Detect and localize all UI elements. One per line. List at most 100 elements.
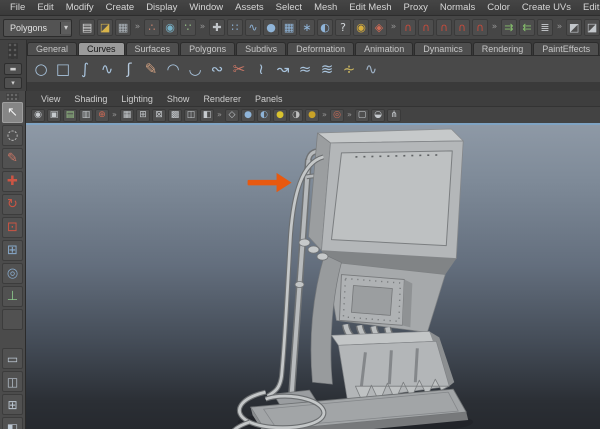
menu-item[interactable]: Assets	[229, 2, 270, 13]
textured-icon[interactable]: ◐	[257, 108, 271, 122]
curve-fillet-icon[interactable]: ∻	[338, 58, 360, 80]
shelf-tab-subdivs[interactable]: Subdivs	[236, 42, 287, 55]
menu-item[interactable]: Window	[183, 2, 229, 13]
image-plane-icon[interactable]: ▥	[79, 108, 93, 122]
menu-item[interactable]: Color	[481, 2, 516, 13]
snap-to-curves-icon[interactable]: ∩	[418, 19, 435, 36]
isolate-select-icon[interactable]: ◎	[330, 108, 344, 122]
resolution-gate-icon[interactable]: ⊞	[136, 108, 150, 122]
panel-toolbar-separator[interactable]: »	[216, 109, 223, 122]
shelf-tab-general[interactable]: General	[27, 42, 78, 55]
exposure-icon[interactable]: ◒	[371, 108, 385, 122]
panel-menu-item[interactable]: Renderer	[196, 94, 248, 104]
output-connections-icon[interactable]: ⇇	[519, 19, 536, 36]
rotate-tool[interactable]: ↻	[2, 194, 23, 215]
render-view-icon[interactable]: ◩	[566, 19, 583, 36]
highlight-selection-mode-icon[interactable]: ◈	[371, 19, 388, 36]
bezier-curve-tool-icon[interactable]: ʃ	[118, 58, 140, 80]
menu-set-selector[interactable]: Polygons ▾	[3, 18, 73, 37]
attach-curves-icon[interactable]: ∾	[206, 58, 228, 80]
shelf-tab-animation[interactable]: Animation	[355, 42, 414, 55]
single-pane-layout-button[interactable]: ▭	[2, 348, 23, 369]
construction-history-icon[interactable]: ≣	[537, 19, 554, 36]
lasso-select-tool[interactable]: ◌	[2, 125, 23, 146]
share-view-icon[interactable]: ⋔	[387, 108, 401, 122]
menu-item[interactable]: Edit	[31, 2, 59, 13]
shelf-tabs-toggle-button[interactable]: ▬	[4, 63, 22, 75]
make-object-live-icon[interactable]: ∩	[472, 19, 489, 36]
machine-model[interactable]	[231, 128, 469, 429]
rebuild-curve-icon[interactable]: ≋	[316, 58, 338, 80]
scale-tool[interactable]: ⊡	[2, 217, 23, 238]
shelf-tab-painteffects[interactable]: PaintEffects	[533, 42, 600, 55]
move-tool[interactable]: ✚	[2, 171, 23, 192]
status-group-separator[interactable]: »	[555, 19, 564, 36]
menu-item[interactable]: Edit UVs	[577, 2, 600, 13]
menu-item[interactable]: Modify	[60, 2, 100, 13]
panel-toolbar-separator[interactable]: »	[321, 109, 328, 122]
shelf-tab-surfaces[interactable]: Surfaces	[125, 42, 180, 55]
render-current-frame-icon[interactable]: ◪	[584, 19, 600, 36]
menu-item[interactable]: Create UVs	[516, 2, 577, 13]
select-by-object-icon[interactable]: ◉	[162, 19, 179, 36]
extend-curve-icon[interactable]: ↝	[272, 58, 294, 80]
three-point-arc-icon[interactable]: ◠	[162, 58, 184, 80]
status-group-separator[interactable]: »	[198, 19, 207, 36]
panel-menu-item[interactable]: Shading	[67, 94, 114, 104]
select-deformations-mask-icon[interactable]: ▦	[281, 19, 298, 36]
offset-curve-icon[interactable]: ≈	[294, 58, 316, 80]
menu-item[interactable]: Select	[270, 2, 308, 13]
film-gate-icon[interactable]: ▦	[120, 108, 134, 122]
safe-title-icon[interactable]: ◧	[200, 108, 214, 122]
2d-pan-zoom-icon[interactable]: ⊕	[95, 108, 109, 122]
menu-item[interactable]: Proxy	[398, 2, 434, 13]
select-miscellaneous-mask-icon[interactable]: ?	[335, 19, 352, 36]
insert-knot-icon[interactable]: ≀	[250, 58, 272, 80]
pencil-curve-tool-icon[interactable]: ✎	[140, 58, 162, 80]
shelf-tab-polygons[interactable]: Polygons	[180, 42, 236, 55]
field-chart-icon[interactable]: ▩	[168, 108, 182, 122]
menu-item[interactable]: File	[4, 2, 31, 13]
menu-item[interactable]: Create	[100, 2, 141, 13]
screen-space-ao-icon[interactable]: ●	[305, 108, 319, 122]
bookmarks-icon[interactable]: ▤	[63, 108, 77, 122]
menu-item[interactable]: Display	[140, 2, 183, 13]
universal-manipulator-tool[interactable]: ⊞	[2, 240, 23, 261]
toolbox-grip[interactable]	[6, 93, 19, 100]
snap-to-points-icon[interactable]: ∩	[436, 19, 453, 36]
outliner-pane-layout-button[interactable]: ◧	[2, 417, 23, 429]
select-by-hierarchy-icon[interactable]: ∴	[144, 19, 161, 36]
select-curves-mask-icon[interactable]: ∿	[245, 19, 262, 36]
status-group-separator[interactable]: »	[389, 19, 398, 36]
last-tool-used[interactable]	[2, 309, 23, 330]
select-handles-mask-icon[interactable]: ✚	[209, 19, 226, 36]
panel-toolbar-separator[interactable]: »	[346, 109, 353, 122]
lock-selection-icon[interactable]: ◉	[353, 19, 370, 36]
shelf-tab-rendering[interactable]: Rendering	[472, 42, 533, 55]
two-pane-layout-button[interactable]: ◫	[2, 371, 23, 392]
show-manipulator-tool[interactable]: ⊥	[2, 286, 23, 307]
curve-editing-tool-icon[interactable]: ∿	[360, 58, 382, 80]
panel-menu-item[interactable]: Show	[160, 94, 197, 104]
open-scene-icon[interactable]: ◪	[97, 19, 114, 36]
nurbs-square-icon[interactable]: □	[52, 58, 74, 80]
smooth-shade-icon[interactable]: ●	[241, 108, 255, 122]
camera-attributes-icon[interactable]: ▣	[47, 108, 61, 122]
shadows-icon[interactable]: ◑	[289, 108, 303, 122]
select-dynamics-mask-icon[interactable]: ∗	[299, 19, 316, 36]
menu-item[interactable]: Normals	[434, 2, 481, 13]
new-scene-icon[interactable]: ▤	[79, 19, 96, 36]
select-rendering-mask-icon[interactable]: ◐	[317, 19, 334, 36]
soft-modification-tool[interactable]: ◎	[2, 263, 23, 284]
shelf-grip[interactable]	[8, 43, 18, 59]
viewport-perspective[interactable]	[26, 123, 600, 429]
lock-camera-icon[interactable]: ◉	[31, 108, 45, 122]
panel-toolbar-separator[interactable]: »	[111, 109, 118, 122]
panel-menu-item[interactable]: View	[34, 94, 67, 104]
nurbs-circle-icon[interactable]: ○	[30, 58, 52, 80]
snap-to-grids-icon[interactable]: ∩	[400, 19, 417, 36]
select-tool[interactable]: ↖	[2, 102, 23, 123]
snap-to-projected-center-icon[interactable]: ∩	[454, 19, 471, 36]
shelf-tab-deformation[interactable]: Deformation	[287, 42, 355, 55]
gate-mask-icon[interactable]: ⊠	[152, 108, 166, 122]
